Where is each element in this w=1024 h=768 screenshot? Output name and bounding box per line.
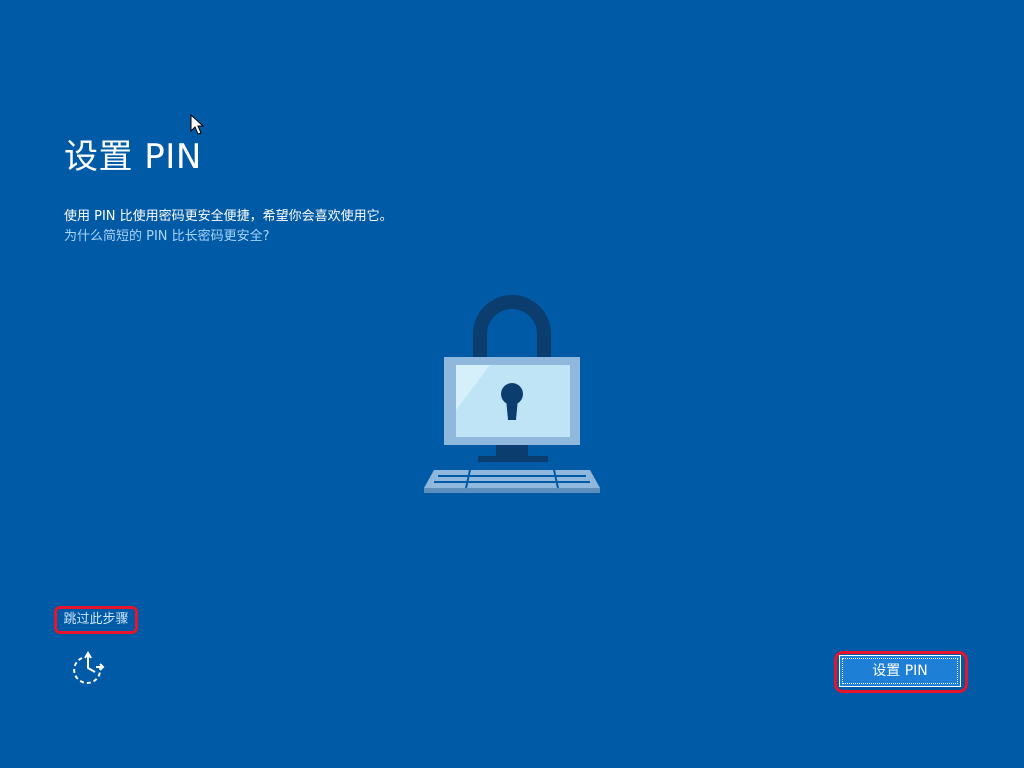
page-title: 设置 PIN — [64, 137, 202, 177]
mouse-cursor-icon — [190, 114, 204, 135]
setup-pin-button[interactable]: 设置 PIN — [839, 655, 961, 687]
padlock-computer-icon — [424, 295, 600, 493]
ease-of-access-icon[interactable] — [70, 650, 106, 686]
skip-step-link[interactable]: 跳过此步骤 — [54, 606, 138, 634]
page-description: 使用 PIN 比使用密码更安全便捷，希望你会喜欢使用它。 — [64, 209, 393, 224]
why-pin-link[interactable]: 为什么简短的 PIN 比长密码更安全? — [64, 228, 270, 246]
